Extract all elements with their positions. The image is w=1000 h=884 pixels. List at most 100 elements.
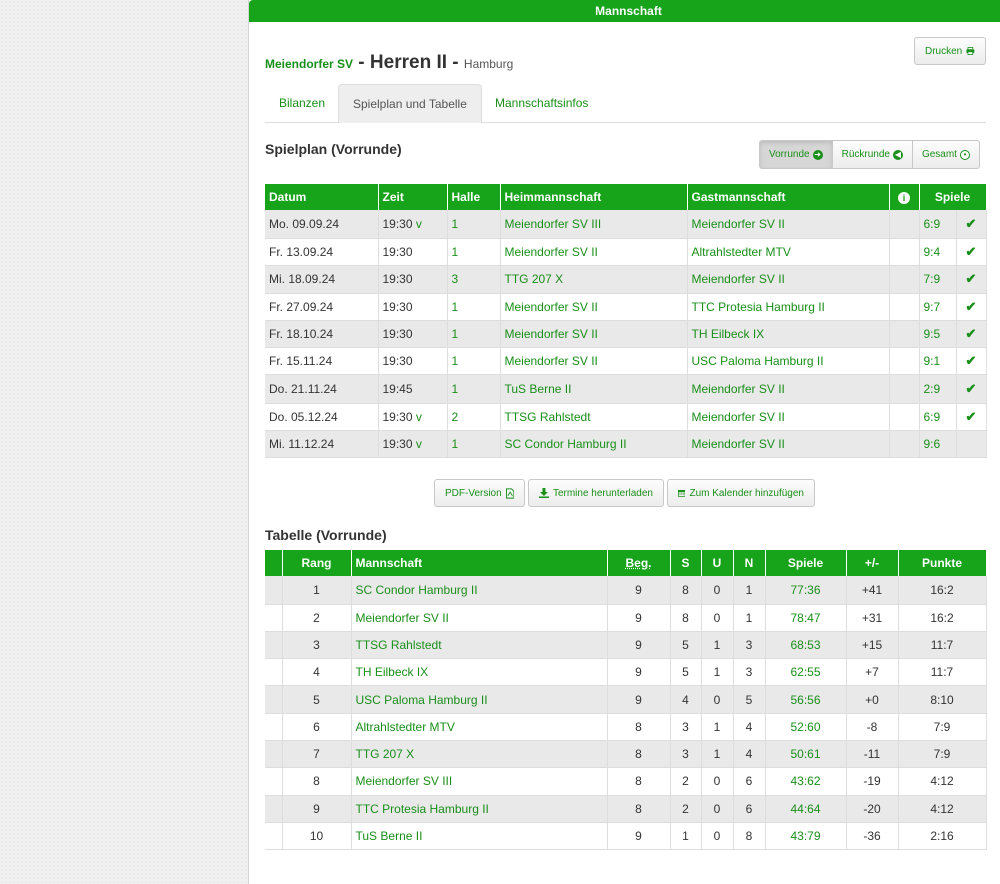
team-link[interactable]: TTC Protesia Hamburg II — [351, 795, 608, 823]
team-link[interactable]: TTG 207 X — [351, 740, 608, 769]
hall-cell[interactable]: 2 — [447, 403, 501, 431]
beg-cell: 8 — [607, 740, 671, 769]
result-link[interactable]: 9:6 — [919, 430, 957, 458]
tab-mannschaftsinfos[interactable]: Mannschaftsinfos — [481, 84, 602, 123]
team-link[interactable]: Meiendorfer SV III — [351, 767, 608, 796]
round-selector: Vorrunde ➜ Rückrunde ◀ Gesamt • — [759, 140, 980, 169]
termine-label: Termine herunterladen — [552, 487, 653, 499]
kalender-label: Zum Kalender hinzufügen — [689, 487, 804, 499]
time-flag[interactable]: v — [416, 437, 422, 451]
team-link[interactable]: TuS Berne II — [351, 822, 608, 851]
rueckrunde-button[interactable]: Rückrunde ◀ — [831, 140, 913, 169]
hall-cell[interactable]: 1 — [447, 320, 501, 348]
rank-cell: 4 — [282, 658, 352, 687]
team-link[interactable]: USC Paloma Hamburg II — [351, 685, 608, 714]
hall-cell[interactable]: 1 — [447, 210, 501, 239]
status-cell — [265, 576, 283, 605]
col-datum[interactable]: Datum — [265, 184, 379, 210]
team-link[interactable]: TH Eilbeck IX — [351, 658, 608, 687]
club-link[interactable]: Meiendorfer SV — [265, 57, 353, 71]
info-icon[interactable]: i — [898, 192, 910, 204]
col-n[interactable]: N — [733, 550, 766, 576]
away-team-link[interactable]: TH Eilbeck IX — [687, 320, 890, 348]
hall-cell[interactable]: 1 — [447, 293, 501, 321]
result-link[interactable]: 9:7 — [919, 293, 957, 321]
away-team-link[interactable]: Meiendorfer SV II — [687, 374, 890, 404]
termine-herunterladen-button[interactable]: Termine herunterladen — [528, 479, 664, 507]
hall-cell[interactable]: 1 — [447, 347, 501, 375]
time-value: 19:30 — [382, 326, 413, 341]
home-team-link[interactable]: TTSG Rahlstedt — [500, 403, 688, 431]
diff-cell: -19 — [846, 767, 899, 796]
time-flag[interactable]: v — [416, 410, 422, 424]
s-cell: 5 — [670, 658, 702, 687]
result-link[interactable]: 7:9 — [919, 265, 957, 294]
away-team-link[interactable]: TTC Protesia Hamburg II — [687, 293, 890, 321]
result-link[interactable]: 6:9 — [919, 210, 957, 239]
result-link[interactable]: 2:9 — [919, 374, 957, 404]
away-team-link[interactable]: Meiendorfer SV II — [687, 265, 890, 294]
u-cell: 1 — [701, 713, 734, 741]
hall-cell[interactable]: 1 — [447, 374, 501, 404]
home-team-link[interactable]: Meiendorfer SV II — [500, 238, 688, 266]
home-team-link[interactable]: Meiendorfer SV II — [500, 293, 688, 321]
home-team-link[interactable]: Meiendorfer SV II — [500, 320, 688, 348]
away-team-link[interactable]: Meiendorfer SV II — [687, 210, 890, 239]
away-team-link[interactable]: Meiendorfer SV II — [687, 403, 890, 431]
col-gastmannschaft[interactable]: Gastmannschaft — [687, 184, 890, 210]
kalender-hinzufuegen-button[interactable]: Zum Kalender hinzufügen — [667, 479, 815, 507]
col-heimmannschaft[interactable]: Heimmannschaft — [500, 184, 688, 210]
team-link[interactable]: Meiendorfer SV II — [351, 604, 608, 632]
home-team-link[interactable]: Meiendorfer SV III — [500, 210, 688, 239]
table-row: 1 SC Condor Hamburg II 9 8 0 1 77:36 +41 16:2 — [265, 576, 987, 605]
hall-cell[interactable]: 3 — [447, 265, 501, 294]
table-row: Mo. 09.09.24 19:30 v 1 Meiendorfer SV III Me… — [265, 210, 987, 239]
away-team-link[interactable]: USC Paloma Hamburg II — [687, 347, 890, 375]
col-zeit[interactable]: Zeit — [378, 184, 448, 210]
col-spiele[interactable]: Spiele — [919, 184, 987, 210]
col-mannschaft[interactable]: Mannschaft — [351, 550, 608, 576]
table-row: 8 Meiendorfer SV III 8 2 0 6 43:62 -19 4:12 — [265, 767, 987, 796]
col-status — [265, 550, 283, 576]
print-button[interactable]: Drucken — [914, 37, 986, 65]
s-cell: 1 — [670, 822, 702, 851]
away-team-link[interactable]: Altrahlstedter MTV — [687, 238, 890, 266]
result-link[interactable]: 9:1 — [919, 347, 957, 375]
gesamt-button[interactable]: Gesamt • — [911, 140, 980, 169]
time-flag[interactable]: v — [416, 217, 422, 231]
time-value: 19:45 — [382, 381, 413, 396]
col-s[interactable]: S — [670, 550, 702, 576]
rank-cell: 5 — [282, 685, 352, 714]
col-beg[interactable]: Beg. — [607, 550, 671, 576]
col-halle[interactable]: Halle — [447, 184, 501, 210]
away-team-link[interactable]: Meiendorfer SV II — [687, 430, 890, 458]
col-rang[interactable]: Rang — [282, 550, 352, 576]
col-diff[interactable]: +/- — [846, 550, 899, 576]
hall-cell[interactable]: 1 — [447, 238, 501, 266]
col-punkte[interactable]: Punkte — [898, 550, 987, 576]
status-cell — [265, 713, 283, 741]
col-u[interactable]: U — [701, 550, 734, 576]
home-team-link[interactable]: Meiendorfer SV II — [500, 347, 688, 375]
col-spiele[interactable]: Spiele — [765, 550, 847, 576]
home-team-link[interactable]: SC Condor Hamburg II — [500, 430, 688, 458]
home-team-link[interactable]: TuS Berne II — [500, 374, 688, 404]
home-team-link[interactable]: TTG 207 X — [500, 265, 688, 294]
hall-cell[interactable]: 1 — [447, 430, 501, 458]
team-link[interactable]: TTSG Rahlstedt — [351, 631, 608, 660]
team-link[interactable]: Altrahlstedter MTV — [351, 713, 608, 741]
team-link[interactable]: SC Condor Hamburg II — [351, 576, 608, 605]
rank-cell: 8 — [282, 767, 352, 796]
result-link[interactable]: 9:5 — [919, 320, 957, 348]
pdf-version-button[interactable]: PDF-Version — [434, 479, 525, 507]
result-link[interactable]: 6:9 — [919, 403, 957, 431]
vorrunde-button[interactable]: Vorrunde ➜ — [759, 140, 833, 169]
check-icon: ✔ — [965, 352, 977, 368]
tab-bilanzen[interactable]: Bilanzen — [265, 84, 339, 123]
beg-cell: 8 — [607, 713, 671, 741]
result-link[interactable]: 9:4 — [919, 238, 957, 266]
diff-cell: +41 — [846, 576, 899, 605]
s-cell: 8 — [670, 576, 702, 605]
date-cell: Do. 05.12.24 — [265, 403, 379, 431]
tab-spielplan-und-tabelle[interactable]: Spielplan und Tabelle — [338, 84, 482, 123]
